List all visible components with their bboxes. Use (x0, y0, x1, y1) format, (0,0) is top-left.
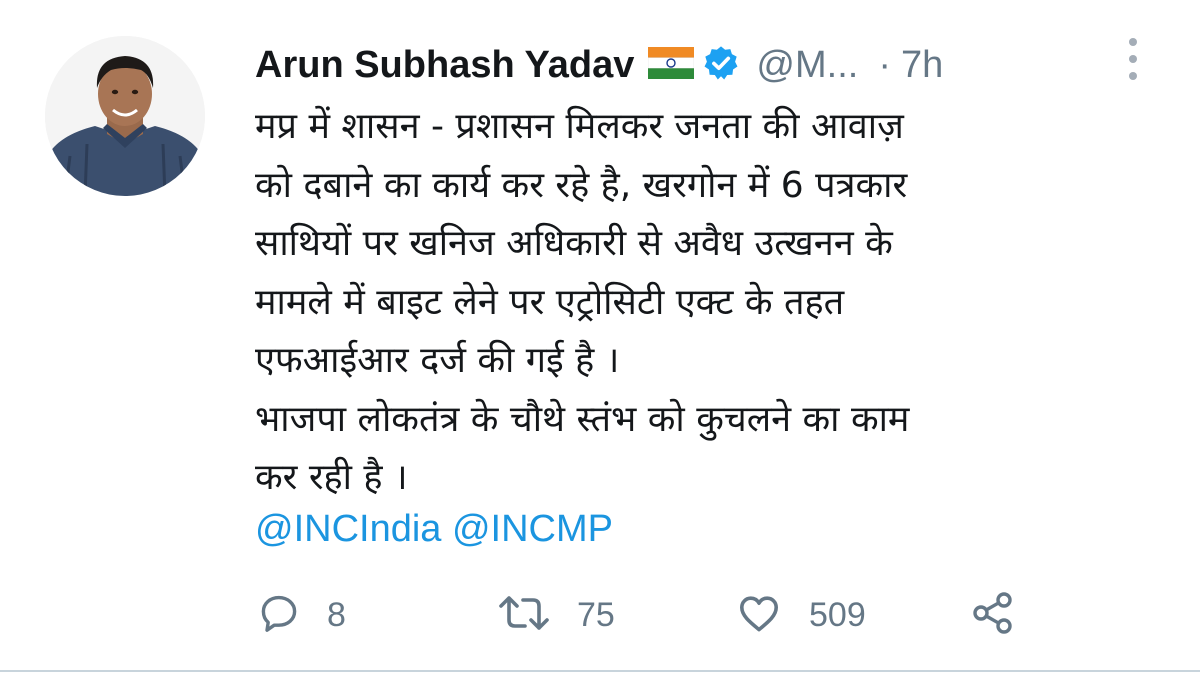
mention-link[interactable]: @INCIndia (255, 508, 441, 550)
reply-count: 8 (327, 595, 346, 634)
timestamp[interactable]: 7h (901, 44, 943, 87)
profile-photo (45, 36, 205, 196)
verified-badge-icon (702, 44, 740, 86)
more-options-icon[interactable] (1120, 36, 1146, 82)
tweet-line: मप्र में शासन - प्रशासन मिलकर जनता की आव… (255, 106, 904, 147)
share-icon (967, 589, 1019, 641)
retweet-count: 75 (577, 595, 615, 634)
share-button[interactable] (967, 585, 1019, 645)
avatar[interactable] (45, 36, 205, 196)
tweet-line: भाजपा लोकतंत्र के चौथे स्तंभ को कुचलने क… (255, 398, 910, 440)
tweet-line: मामले में बाइट लेने पर एट्रोसिटी एक्ट के… (255, 281, 845, 323)
india-flag-icon (648, 47, 695, 83)
tweet-text: मप्र में शासन - प्रशासन मिलकर जनता की आव… (255, 98, 1155, 508)
like-button[interactable]: 509 (733, 585, 866, 645)
reply-icon (255, 589, 303, 641)
author-handle[interactable]: @M... (756, 44, 858, 87)
reply-button[interactable]: 8 (255, 585, 346, 645)
retweet-button[interactable]: 75 (495, 585, 615, 645)
like-count: 509 (809, 595, 866, 634)
separator-dot: · (878, 43, 891, 86)
action-bar: 8 75 509 (255, 585, 1075, 645)
tweet-line: कर रही है । (255, 457, 408, 498)
author-name[interactable]: Arun Subhash Yadav (255, 44, 634, 87)
tweet-header: Arun Subhash Yadav @M... · 7h (255, 36, 1115, 94)
tweet-line: साथियों पर खनिज अधिकारी से अवैध उत्खनन क… (255, 223, 893, 264)
tweet-line: एफआईआर दर्ज की गई है । (255, 340, 620, 381)
retweet-icon (495, 589, 553, 641)
like-icon (733, 589, 785, 641)
divider (0, 670, 1200, 672)
mention-link[interactable]: @INCMP (452, 508, 613, 550)
tweet-line: को दबाने का कार्य कर रहे है, खरगोन में 6… (255, 164, 908, 206)
mentions: @INCIndia @INCMP (255, 500, 613, 558)
